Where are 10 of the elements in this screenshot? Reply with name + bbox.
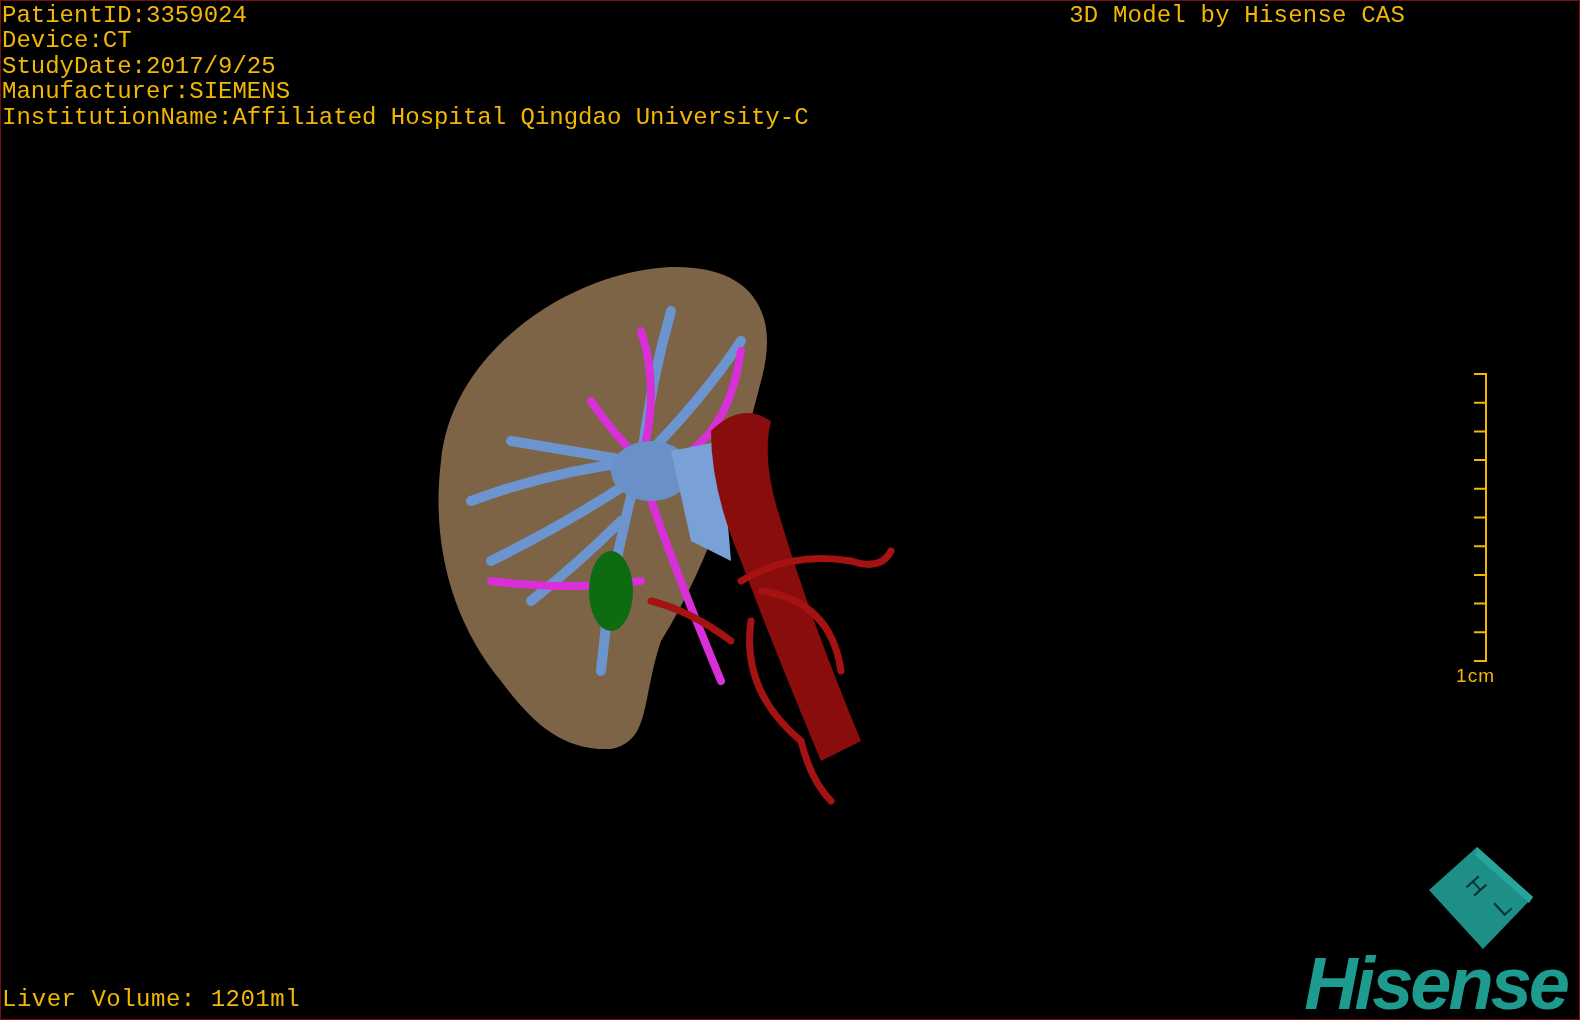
patient-info-text: InstitutionName:Affiliated Hospital Qingdao University-C [2,104,809,131]
orientation-cube-icon[interactable]: H L [1429,847,1533,949]
patient-info-text: StudyDate:2017/9/25 [2,53,277,80]
brand-logo: Hisense [1304,949,1569,1019]
viewer-title: 3D Model by Hisense CAS [1069,3,1405,31]
liver-volume-text: Liver Volume: 1201ml [2,987,301,1013]
scale-label: 1cm [1456,665,1495,688]
patient-info-text: PatientID:3359024 [2,3,248,29]
patient-info-text: Manufacturer:SIEMENS [2,79,292,105]
patient-info-text: Device:CT [2,28,133,54]
